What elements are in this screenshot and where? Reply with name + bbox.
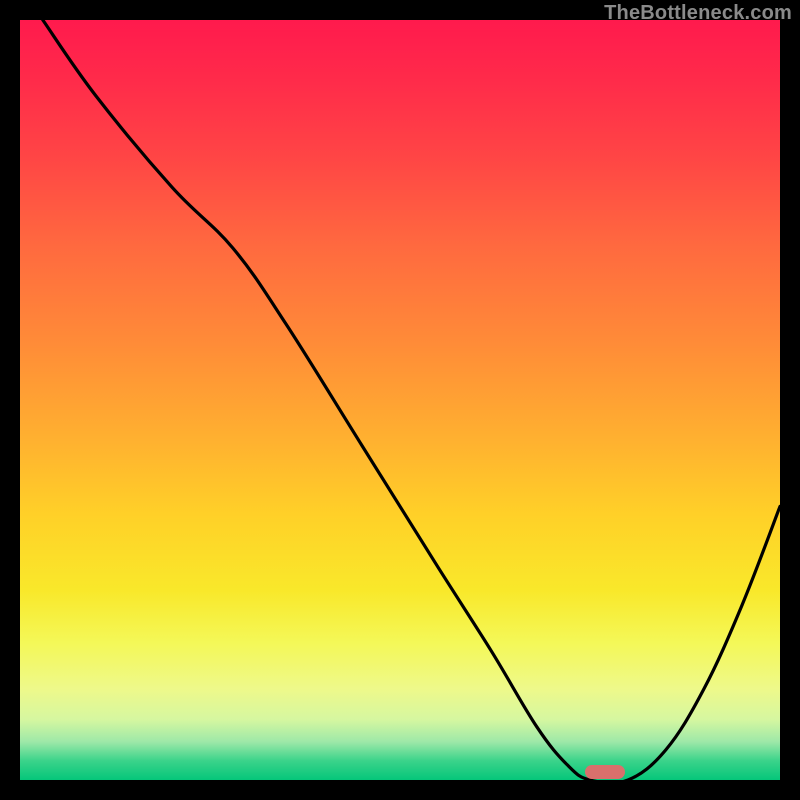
chart-container: TheBottleneck.com (0, 0, 800, 800)
bottleneck-curve (43, 20, 780, 780)
optimum-marker (585, 765, 625, 779)
plot-area (20, 20, 780, 780)
curve-svg (20, 20, 780, 780)
